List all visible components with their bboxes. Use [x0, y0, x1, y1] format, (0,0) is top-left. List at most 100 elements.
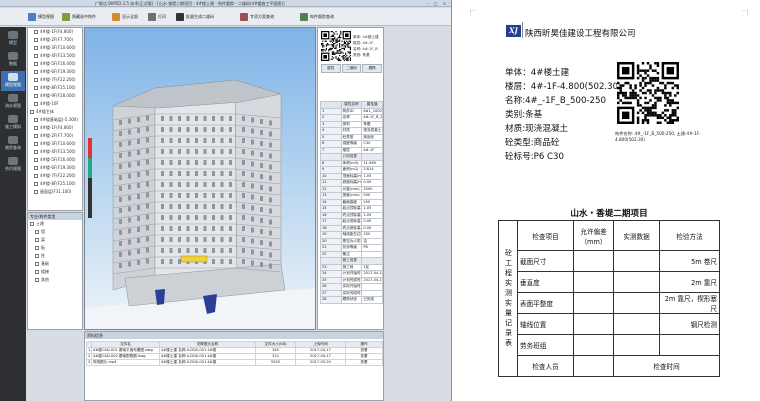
- tree-item[interactable]: 4#楼-1F(F4.800): [28, 28, 82, 36]
- checkbox[interactable]: [35, 254, 39, 258]
- checkbox[interactable]: [34, 54, 38, 58]
- tab-qr[interactable]: 二维码: [341, 64, 362, 73]
- checkbox[interactable]: [35, 278, 39, 282]
- rail-item-contract[interactable]: 合约视图: [1, 155, 25, 175]
- window-title: 广联达 BIM5D 3.5 技术(正式版) - [山水·香堤二期项目 - 4#楼…: [95, 1, 285, 6]
- checkbox[interactable]: [34, 142, 38, 146]
- checkbox[interactable]: [35, 230, 39, 234]
- tab-tracking[interactable]: 跟踪: [362, 64, 383, 73]
- layer-item[interactable]: 土建: [28, 220, 82, 228]
- qr-code-icon: [176, 13, 184, 21]
- attachment-row[interactable]: 3 现场图片.mp4 4#楼土建 名称:4-DQS-001 4#楼 5550 2017-…: [86, 359, 383, 366]
- model-view-button[interactable]: 模型视图: [28, 12, 54, 22]
- project-title: 山水・香堤二期项目: [570, 209, 648, 219]
- rail-item-simulation[interactable]: 施工模拟: [1, 113, 25, 133]
- checkbox[interactable]: [35, 246, 39, 250]
- tree-item[interactable]: 4#楼-2F(F7.700): [28, 132, 82, 140]
- window-maximize-icon[interactable]: □: [432, 1, 439, 6]
- print-button[interactable]: 打印: [148, 12, 166, 22]
- layer-item[interactable]: 其他: [28, 276, 82, 284]
- rail-item-material[interactable]: 物资查询: [1, 134, 25, 154]
- checkbox[interactable]: [34, 86, 38, 90]
- checkbox[interactable]: [34, 102, 38, 106]
- batch-qr-button[interactable]: 批量生成二维码: [176, 12, 214, 22]
- checkbox[interactable]: [34, 78, 38, 82]
- tree-item[interactable]: 4#楼-1F(F4.800): [28, 124, 82, 132]
- checkbox[interactable]: [34, 62, 38, 66]
- checkbox[interactable]: [35, 238, 39, 242]
- checkbox[interactable]: [34, 174, 38, 178]
- checkbox[interactable]: [34, 134, 38, 138]
- special-plan-button[interactable]: 专项方案查询: [240, 12, 274, 22]
- rail-item-flow-view[interactable]: 流水视图: [1, 92, 25, 112]
- checkbox[interactable]: [30, 110, 34, 114]
- tree-item[interactable]: 4#楼-9F(F28.000): [28, 92, 82, 100]
- cube-icon: [8, 31, 18, 39]
- tree-item[interactable]: 4#楼-3F(F10.600): [28, 44, 82, 52]
- checkbox[interactable]: [34, 158, 38, 162]
- info-category: 类别:条基: [505, 110, 543, 120]
- layer-item[interactable]: 楼梯: [28, 268, 82, 276]
- checkbox[interactable]: [34, 190, 38, 194]
- rail-item-model-view[interactable]: 模型视图: [1, 71, 25, 91]
- inspection-document: XJ 陕西昕昊佳建设工程有限公司 单体：4#楼土建 楼层：4#-1F-4.800…: [458, 0, 760, 401]
- layer-item[interactable]: 基础: [28, 260, 82, 268]
- properties-panel: 单体: 4#楼土建 楼层: 4#-1F 名称: 4#-1F_B 类别: 条基 属…: [317, 27, 384, 330]
- tree-item[interactable]: 4#楼-4F(F13.500): [28, 52, 82, 60]
- tree-item[interactable]: 4#楼-8F(F25.100): [28, 180, 82, 188]
- highlighted-element[interactable]: [180, 255, 208, 263]
- checkbox[interactable]: [34, 46, 38, 50]
- bim-app-window: 广联达 BIM5D 3.5 技术(正式版) - [山水·香堤二期项目 - 4#楼…: [0, 0, 452, 401]
- contract-icon: [8, 157, 18, 165]
- floor-tree: 4#楼-1F(F4.800) 4#楼-2F(F7.700) 4#楼-3F(F10.6…: [27, 27, 83, 211]
- rail-item-model[interactable]: 模型: [1, 29, 25, 49]
- layer-item[interactable]: 墙: [28, 228, 82, 236]
- info-floor: 楼层：4#-1F-4.800(502.30): [505, 82, 622, 92]
- tree-item[interactable]: 4#楼-8F(F25.100): [28, 84, 82, 92]
- checkbox[interactable]: [35, 262, 39, 266]
- tree-item[interactable]: 屋面层(F31.100): [28, 188, 82, 196]
- checkbox[interactable]: [34, 70, 38, 74]
- checkbox[interactable]: [30, 222, 34, 226]
- tree-item[interactable]: 4#楼主体: [28, 108, 82, 116]
- checkbox[interactable]: [35, 270, 39, 274]
- checkbox[interactable]: [34, 118, 38, 122]
- tree-item[interactable]: 4#楼-7F(F22.200): [28, 172, 82, 180]
- tree-item[interactable]: 4#楼-2F(F7.700): [28, 36, 82, 44]
- layer-item[interactable]: 板: [28, 244, 82, 252]
- checkbox[interactable]: [34, 30, 38, 34]
- checkbox[interactable]: [34, 166, 38, 170]
- checkbox[interactable]: [34, 126, 38, 130]
- window-minimize-icon[interactable]: –: [424, 1, 431, 6]
- 3d-viewport[interactable]: [84, 27, 316, 330]
- inspection-form: 砼工程实测实量记录表 检查项目 允许偏差（mm） 实测数据 检验方法 截面尺寸 5…: [498, 220, 720, 377]
- checkbox[interactable]: [34, 94, 38, 98]
- attachments-title: 资料信息: [85, 332, 383, 339]
- tree-item[interactable]: 4#楼-3F(F10.600): [28, 140, 82, 148]
- checkbox[interactable]: [34, 38, 38, 42]
- rail-item-data[interactable]: 数据: [1, 50, 25, 70]
- building-model[interactable]: [85, 28, 316, 330]
- qr-code: [321, 31, 351, 61]
- form-row: 截面尺寸 5m 卷尺: [499, 250, 720, 272]
- tree-item[interactable]: 4#楼-5F(F16.400): [28, 60, 82, 68]
- tree-item[interactable]: 4#楼-4F(F13.500): [28, 148, 82, 156]
- tab-properties[interactable]: 属性: [321, 64, 341, 73]
- checkbox[interactable]: [34, 150, 38, 154]
- layer-item[interactable]: 梁: [28, 236, 82, 244]
- window-close-icon[interactable]: ×: [441, 1, 448, 6]
- tree-item[interactable]: 4#楼-6F(F19.300): [28, 164, 82, 172]
- tree-item[interactable]: 4#楼-10F: [28, 100, 82, 108]
- tree-item[interactable]: 4#楼-7F(F22.200): [28, 76, 82, 84]
- hide-selected-button[interactable]: 隐藏选中构件: [62, 12, 96, 22]
- qr-caption: 构件名称: 4#_-1F_B_500-250; 土建-4#-1F-4.800(5…: [615, 131, 701, 142]
- show-all-button[interactable]: 显示全部: [112, 12, 138, 22]
- qr-side-text: 单体: 4#楼土建 楼层: 4#-1F 名称: 4#-1F_B 类别: 条基: [353, 35, 379, 57]
- checkbox[interactable]: [34, 182, 38, 186]
- tree-item[interactable]: 4#楼基础层(-5.300): [28, 116, 82, 124]
- tracking-query-button[interactable]: 构件跟踪查询: [300, 12, 334, 22]
- tree-item[interactable]: 4#楼-6F(F19.300): [28, 68, 82, 76]
- layer-item[interactable]: 柱: [28, 252, 82, 260]
- tree-item[interactable]: 4#楼-5F(F16.400): [28, 156, 82, 164]
- property-row[interactable]: 28 跟踪状态 已完成: [320, 296, 383, 304]
